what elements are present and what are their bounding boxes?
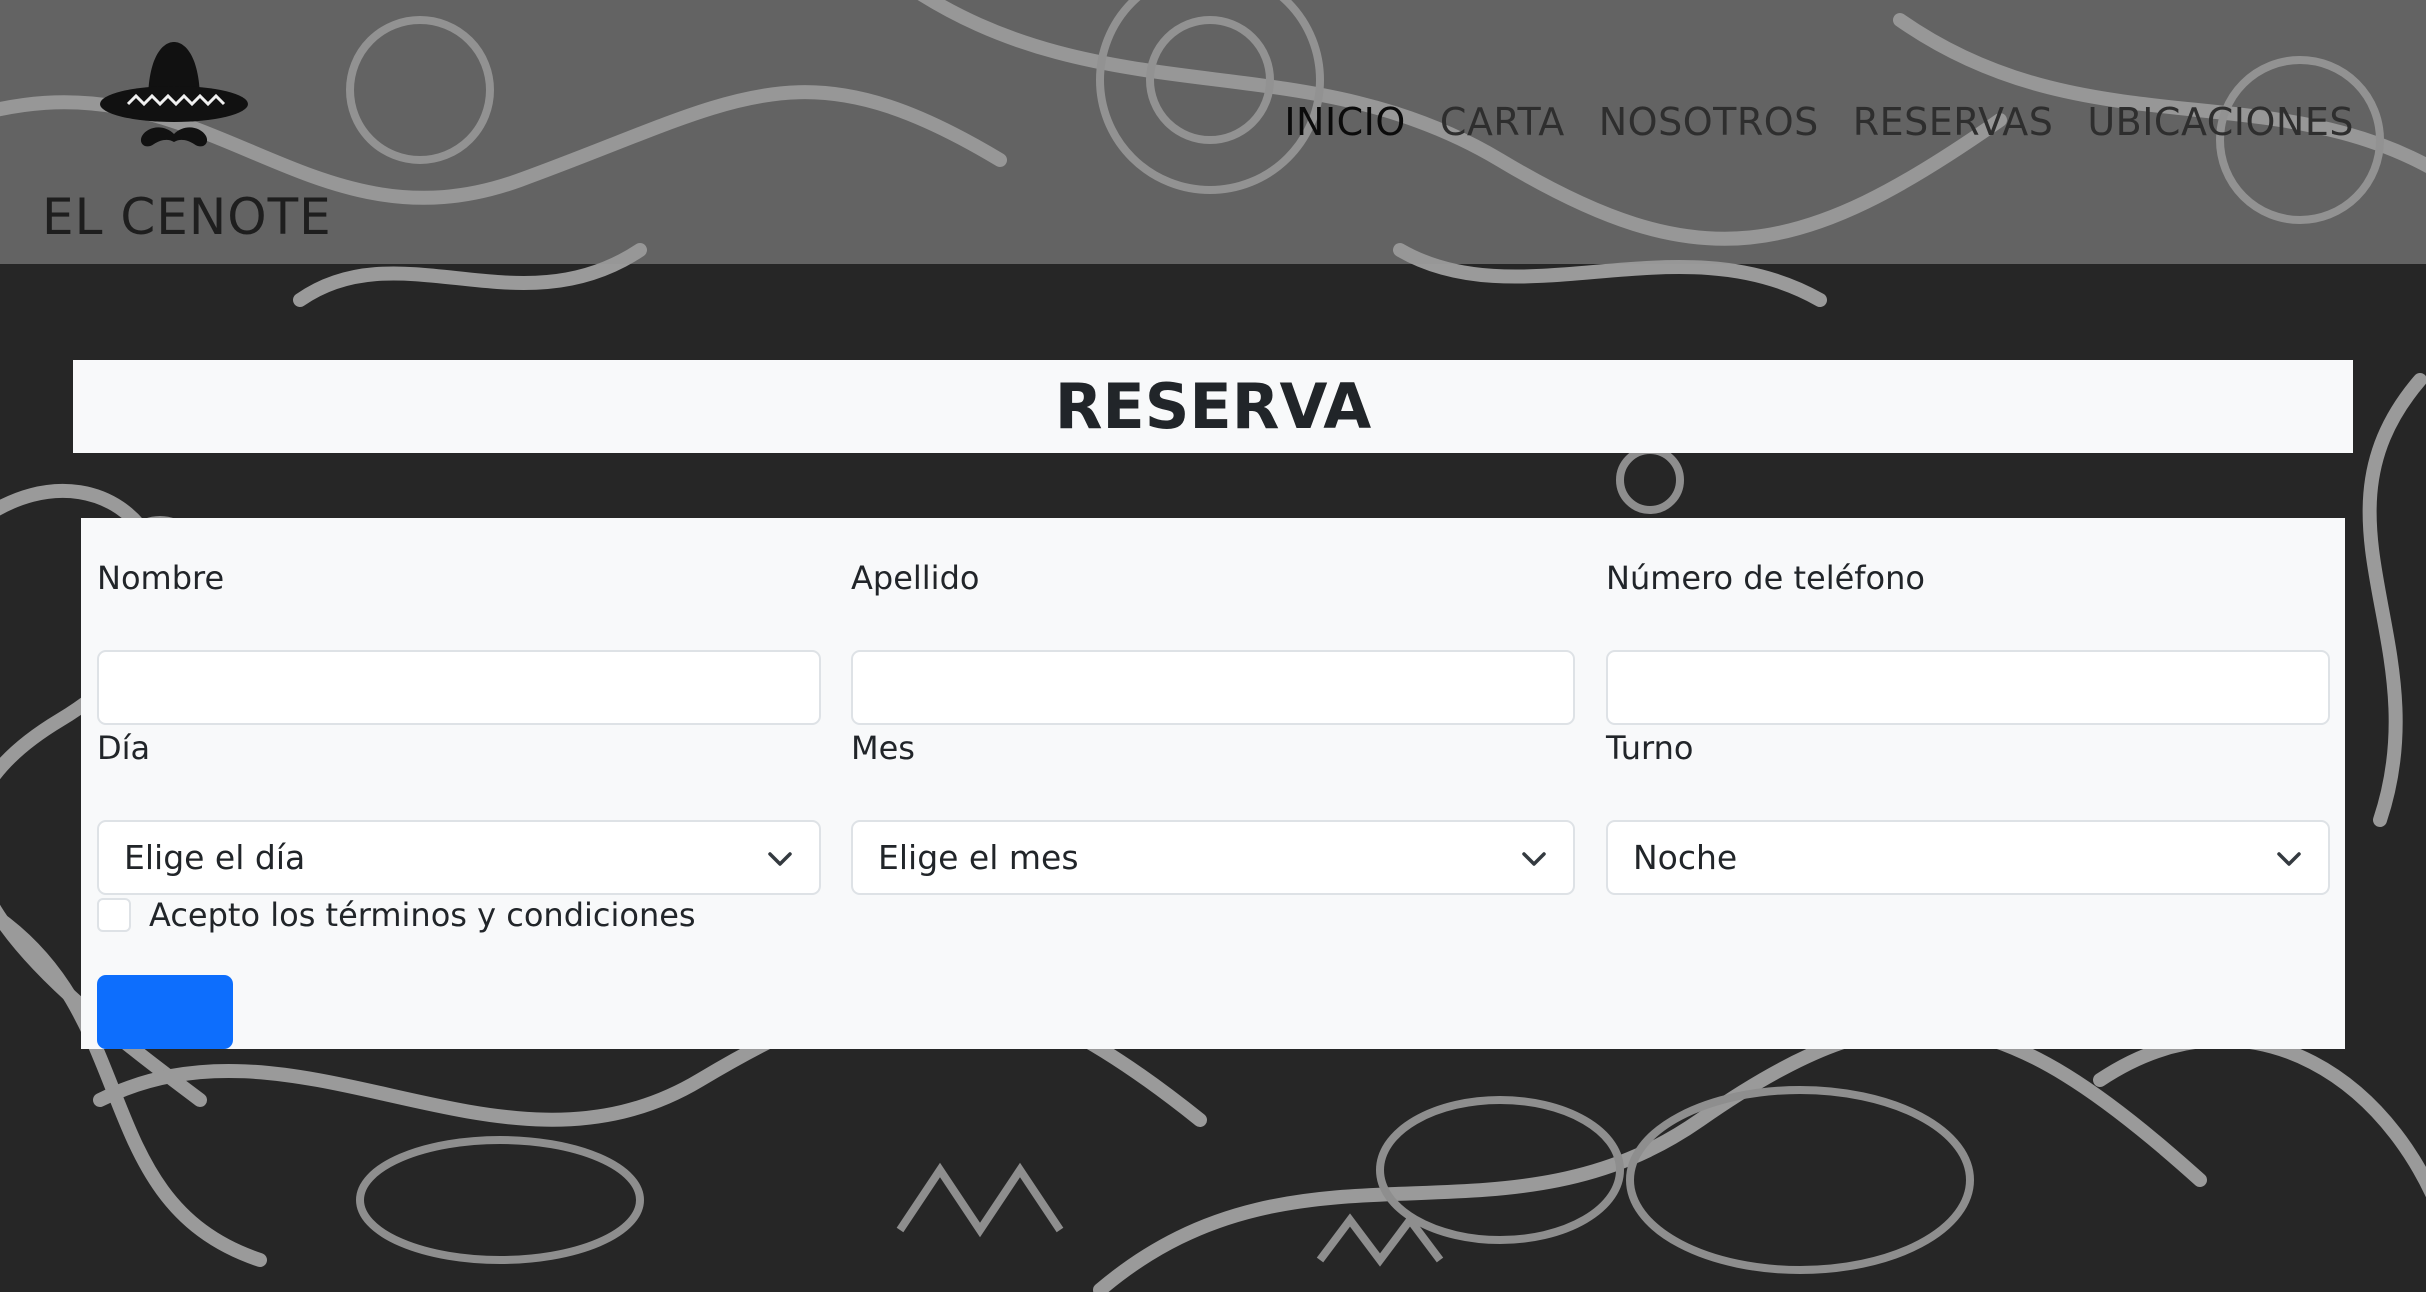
chevron-down-icon [1522, 852, 1546, 866]
apellido-input[interactable] [851, 650, 1575, 725]
dia-field-group: Día Elige el día [97, 726, 821, 895]
mes-select-value: Elige el mes [878, 838, 1079, 877]
mes-select[interactable]: Elige el mes [851, 820, 1575, 895]
nombre-label: Nombre [97, 559, 225, 597]
chevron-down-icon [768, 852, 792, 866]
telefono-field-group: Número de teléfono [1606, 556, 2330, 725]
terms-row: Acepto los términos y condiciones [97, 896, 696, 934]
dia-select[interactable]: Elige el día [97, 820, 821, 895]
mes-label: Mes [851, 729, 915, 767]
sombrero-mustache-icon[interactable] [98, 38, 250, 154]
dia-select-value: Elige el día [124, 838, 306, 877]
apellido-field-group: Apellido [851, 556, 1575, 725]
nombre-field-group: Nombre [97, 556, 821, 725]
nombre-input[interactable] [97, 650, 821, 725]
nav-ubicaciones[interactable]: UBICACIONES [2087, 100, 2354, 144]
nav-inicio[interactable]: INICIO [1284, 100, 1406, 144]
nav-reservas[interactable]: RESERVAS [1853, 100, 2054, 144]
reservation-form: Nombre Apellido Número de teléfono Día E… [81, 518, 2345, 1049]
turno-select-value: Noche [1633, 838, 1738, 877]
apellido-label: Apellido [851, 559, 980, 597]
terms-label[interactable]: Acepto los términos y condiciones [149, 896, 696, 934]
nav-carta[interactable]: CARTA [1440, 100, 1565, 144]
turno-label: Turno [1606, 729, 1694, 767]
telefono-input[interactable] [1606, 650, 2330, 725]
turno-field-group: Turno Noche [1606, 726, 2330, 895]
chevron-down-icon [2277, 852, 2301, 866]
site-header: EL CENOTE INICIO CARTA NOSOTROS RESERVAS… [0, 0, 2426, 264]
terms-checkbox[interactable] [97, 898, 131, 932]
dia-label: Día [97, 729, 151, 767]
page-title-box: RESERVA [73, 360, 2353, 453]
nav-nosotros[interactable]: NOSOTROS [1599, 100, 1819, 144]
brand-name[interactable]: EL CENOTE [42, 188, 332, 246]
main-nav: INICIO CARTA NOSOTROS RESERVAS UBICACION… [1284, 100, 2354, 144]
page-title: RESERVA [1054, 370, 1372, 443]
submit-button[interactable] [97, 975, 233, 1049]
telefono-label: Número de teléfono [1606, 559, 1925, 597]
turno-select[interactable]: Noche [1606, 820, 2330, 895]
mes-field-group: Mes Elige el mes [851, 726, 1575, 895]
